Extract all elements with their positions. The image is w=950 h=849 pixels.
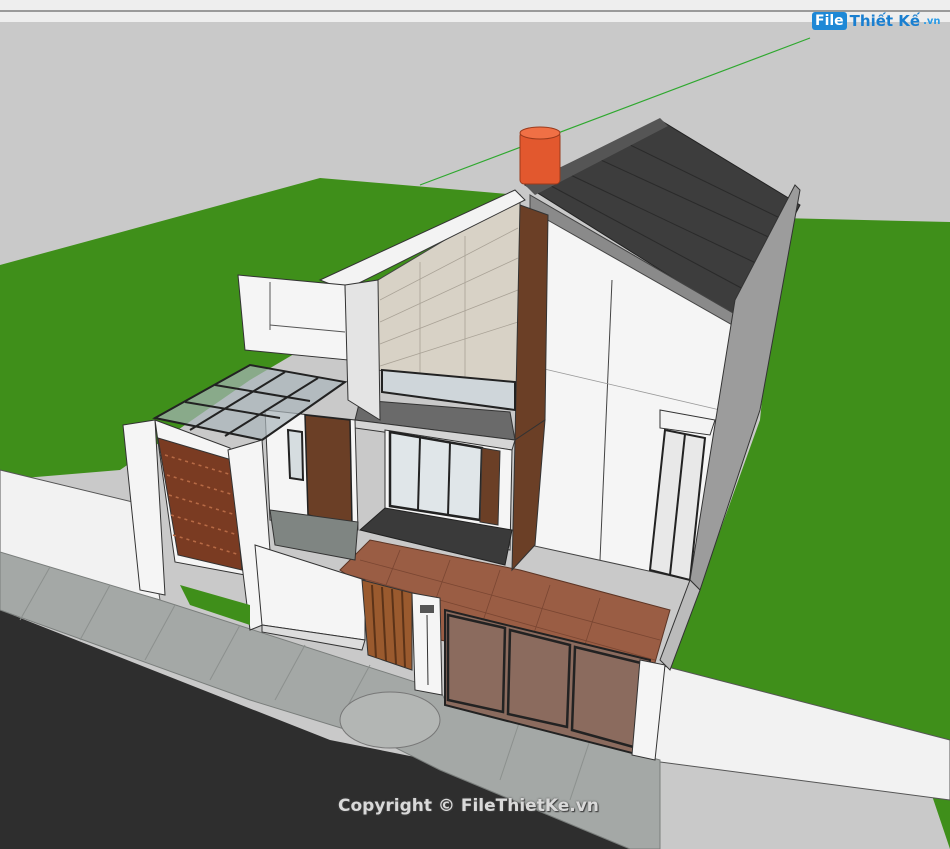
logo-name: Thiết Kế [849,12,921,30]
left-block-top [237,274,349,361]
copyright-watermark: Copyright © FileThietKe.vn [338,796,599,816]
logo-badge: File [812,12,847,30]
house-3d-model [0,22,950,849]
brand-logo: File Thiết Kế .vn [812,12,941,30]
house-number-plate [420,605,434,613]
driveway-curb [339,691,441,749]
wood-front-door [304,414,353,526]
water-tank-lid [519,126,561,140]
logo-tld: .vn [923,15,941,27]
title-bar-line [0,10,950,12]
modeling-viewport[interactable]: File Thiết Kế .vn Copyright © FileThietK… [0,0,950,849]
wood-side-panel [479,447,501,526]
water-tank [519,131,561,185]
main-glass-door [388,430,484,522]
wood-column-upper [514,204,549,441]
small-window [286,428,305,482]
left-block-side [344,279,381,421]
window-title-bar [0,0,950,23]
